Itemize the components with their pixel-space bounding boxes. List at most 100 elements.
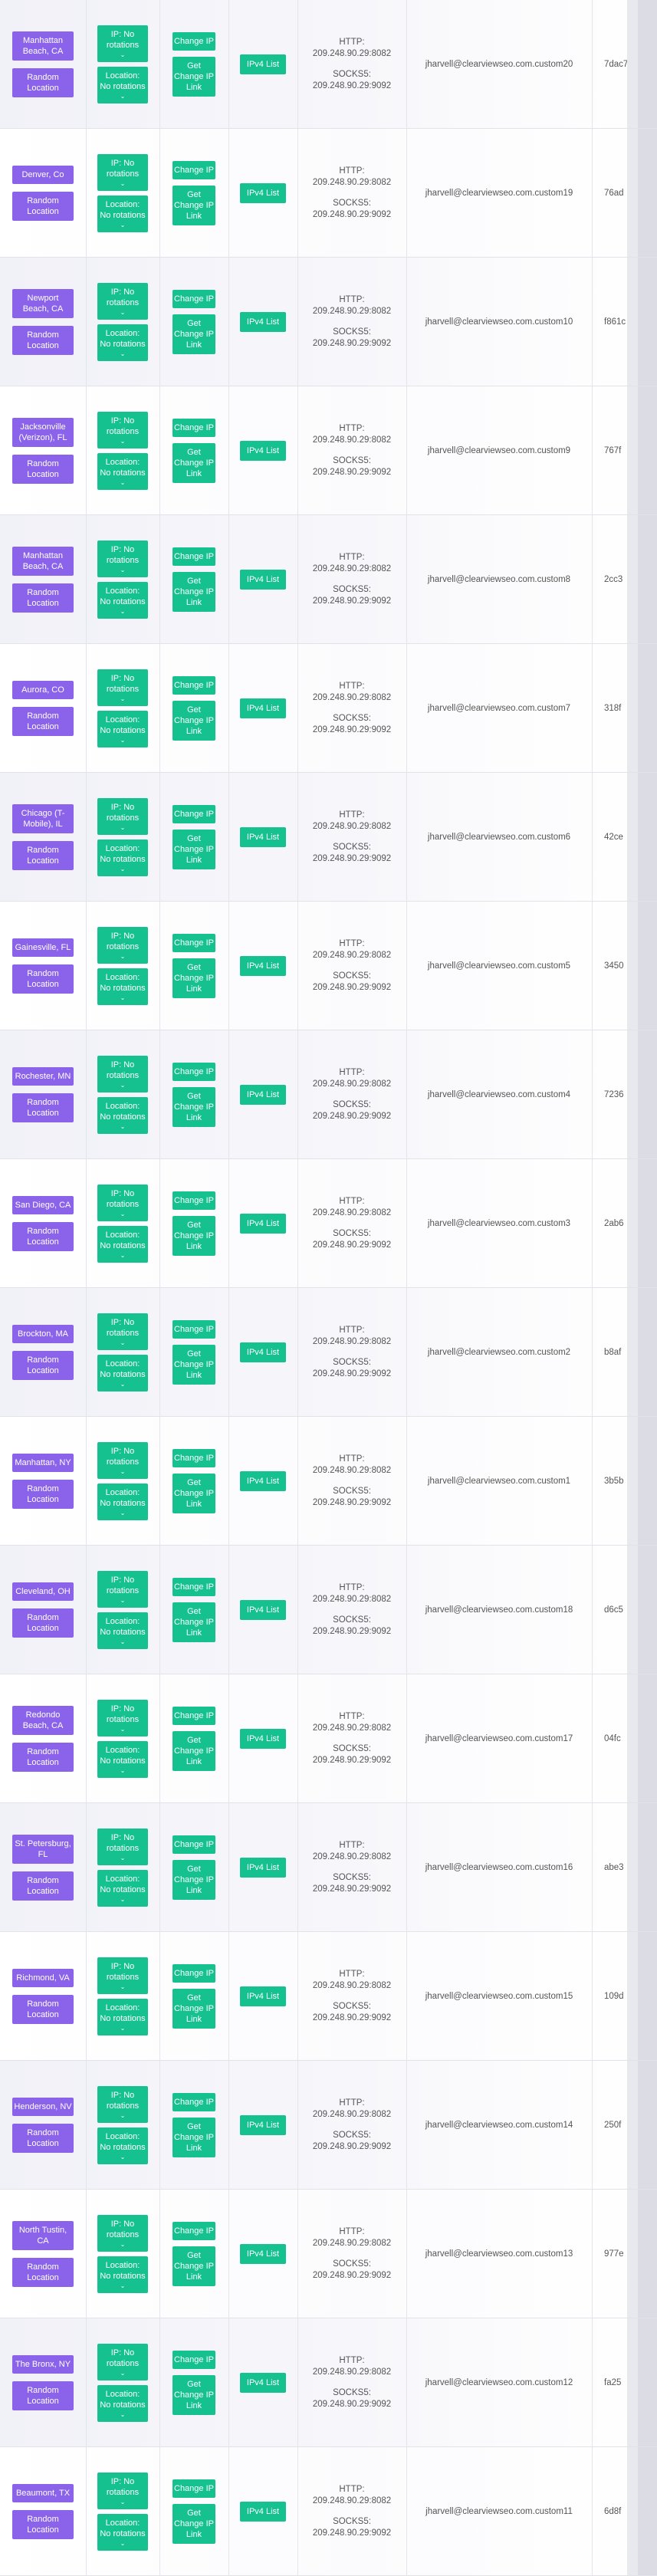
get-change-ip-link-button[interactable]: Get Change IP Link bbox=[172, 571, 215, 612]
location-rotation-dropdown[interactable]: Location: No rotations ⌄ bbox=[97, 2513, 148, 2551]
ip-rotation-dropdown[interactable]: IP: No rotations ⌄ bbox=[97, 153, 148, 191]
location-rotation-dropdown[interactable]: Location: No rotations ⌄ bbox=[97, 1225, 148, 1263]
ip-rotation-dropdown[interactable]: IP: No rotations ⌄ bbox=[97, 411, 148, 449]
get-change-ip-link-button[interactable]: Get Change IP Link bbox=[172, 1859, 215, 1900]
ipv4-list-button[interactable]: IPv4 List bbox=[240, 1342, 286, 1362]
location-badge[interactable]: Rochester, MN bbox=[12, 1066, 74, 1086]
location-badge[interactable]: Brockton, MA bbox=[12, 1324, 74, 1343]
get-change-ip-link-button[interactable]: Get Change IP Link bbox=[172, 1473, 215, 1513]
get-change-ip-link-button[interactable]: Get Change IP Link bbox=[172, 2246, 215, 2286]
location-badge[interactable]: Redondo Beach, CA bbox=[12, 1705, 74, 1735]
random-location-button[interactable]: Random Location bbox=[12, 1350, 74, 1380]
ip-rotation-dropdown[interactable]: IP: No rotations ⌄ bbox=[97, 1957, 148, 1994]
location-rotation-dropdown[interactable]: Location: No rotations ⌄ bbox=[97, 2127, 148, 2164]
get-change-ip-link-button[interactable]: Get Change IP Link bbox=[172, 314, 215, 354]
random-location-button[interactable]: Random Location bbox=[12, 67, 74, 97]
ipv4-list-button[interactable]: IPv4 List bbox=[240, 2243, 286, 2264]
random-location-button[interactable]: Random Location bbox=[12, 964, 74, 994]
ipv4-list-button[interactable]: IPv4 List bbox=[240, 1857, 286, 1878]
ipv4-list-button[interactable]: IPv4 List bbox=[240, 54, 286, 74]
ip-rotation-dropdown[interactable]: IP: No rotations ⌄ bbox=[97, 540, 148, 577]
ipv4-list-button[interactable]: IPv4 List bbox=[240, 1470, 286, 1491]
random-location-button[interactable]: Random Location bbox=[12, 1742, 74, 1772]
random-location-button[interactable]: Random Location bbox=[12, 191, 74, 221]
get-change-ip-link-button[interactable]: Get Change IP Link bbox=[172, 442, 215, 483]
ipv4-list-button[interactable]: IPv4 List bbox=[240, 2114, 286, 2135]
change-ip-button[interactable]: Change IP bbox=[172, 1577, 215, 1596]
location-badge[interactable]: The Bronx, NY bbox=[12, 2354, 74, 2374]
location-rotation-dropdown[interactable]: Location: No rotations ⌄ bbox=[97, 581, 148, 619]
ip-rotation-dropdown[interactable]: IP: No rotations ⌄ bbox=[97, 1055, 148, 1092]
ip-rotation-dropdown[interactable]: IP: No rotations ⌄ bbox=[97, 25, 148, 62]
change-ip-button[interactable]: Change IP bbox=[172, 160, 215, 179]
location-badge[interactable]: Jacksonville (Verizon), FL bbox=[12, 417, 74, 447]
location-badge[interactable]: Newport Beach, CA bbox=[12, 288, 74, 318]
get-change-ip-link-button[interactable]: Get Change IP Link bbox=[172, 1086, 215, 1127]
ip-rotation-dropdown[interactable]: IP: No rotations ⌄ bbox=[97, 2472, 148, 2509]
location-rotation-dropdown[interactable]: Location: No rotations ⌄ bbox=[97, 66, 148, 104]
location-rotation-dropdown[interactable]: Location: No rotations ⌄ bbox=[97, 2384, 148, 2422]
location-rotation-dropdown[interactable]: Location: No rotations ⌄ bbox=[97, 1483, 148, 1520]
random-location-button[interactable]: Random Location bbox=[12, 1871, 74, 1901]
location-rotation-dropdown[interactable]: Location: No rotations ⌄ bbox=[97, 324, 148, 361]
change-ip-button[interactable]: Change IP bbox=[172, 675, 215, 695]
change-ip-button[interactable]: Change IP bbox=[172, 2479, 215, 2498]
location-badge[interactable]: St. Petersburg, FL bbox=[12, 1834, 74, 1864]
change-ip-button[interactable]: Change IP bbox=[172, 1963, 215, 1983]
location-rotation-dropdown[interactable]: Location: No rotations ⌄ bbox=[97, 2256, 148, 2293]
location-badge[interactable]: Richmond, VA bbox=[12, 1968, 74, 1987]
ip-rotation-dropdown[interactable]: IP: No rotations ⌄ bbox=[97, 2085, 148, 2123]
location-rotation-dropdown[interactable]: Location: No rotations ⌄ bbox=[97, 195, 148, 232]
random-location-button[interactable]: Random Location bbox=[12, 1994, 74, 2024]
location-badge[interactable]: Gainesville, FL bbox=[12, 938, 74, 957]
random-location-button[interactable]: Random Location bbox=[12, 2380, 74, 2410]
change-ip-button[interactable]: Change IP bbox=[172, 1062, 215, 1081]
change-ip-button[interactable]: Change IP bbox=[172, 2221, 215, 2240]
change-ip-button[interactable]: Change IP bbox=[172, 289, 215, 308]
change-ip-button[interactable]: Change IP bbox=[172, 1835, 215, 1854]
change-ip-button[interactable]: Change IP bbox=[172, 1448, 215, 1467]
location-badge[interactable]: Denver, Co bbox=[12, 165, 74, 184]
ipv4-list-button[interactable]: IPv4 List bbox=[240, 1986, 286, 2006]
random-location-button[interactable]: Random Location bbox=[12, 1092, 74, 1122]
ip-rotation-dropdown[interactable]: IP: No rotations ⌄ bbox=[97, 2343, 148, 2380]
location-badge[interactable]: North Tustin, CA bbox=[12, 2220, 74, 2250]
get-change-ip-link-button[interactable]: Get Change IP Link bbox=[172, 829, 215, 869]
ipv4-list-button[interactable]: IPv4 List bbox=[240, 955, 286, 976]
location-rotation-dropdown[interactable]: Location: No rotations ⌄ bbox=[97, 452, 148, 490]
random-location-button[interactable]: Random Location bbox=[12, 583, 74, 613]
ip-rotation-dropdown[interactable]: IP: No rotations ⌄ bbox=[97, 1441, 148, 1479]
get-change-ip-link-button[interactable]: Get Change IP Link bbox=[172, 1344, 215, 1385]
location-rotation-dropdown[interactable]: Location: No rotations ⌄ bbox=[97, 1096, 148, 1134]
location-badge[interactable]: Chicago (T-Mobile), IL bbox=[12, 803, 74, 833]
change-ip-button[interactable]: Change IP bbox=[172, 1191, 215, 1210]
location-badge[interactable]: Manhattan Beach, CA bbox=[12, 546, 74, 576]
random-location-button[interactable]: Random Location bbox=[12, 1479, 74, 1509]
ipv4-list-button[interactable]: IPv4 List bbox=[240, 1084, 286, 1105]
random-location-button[interactable]: Random Location bbox=[12, 706, 74, 736]
ipv4-list-button[interactable]: IPv4 List bbox=[240, 1599, 286, 1620]
ipv4-list-button[interactable]: IPv4 List bbox=[240, 2501, 286, 2522]
ip-rotation-dropdown[interactable]: IP: No rotations ⌄ bbox=[97, 1313, 148, 1350]
ip-rotation-dropdown[interactable]: IP: No rotations ⌄ bbox=[97, 282, 148, 320]
get-change-ip-link-button[interactable]: Get Change IP Link bbox=[172, 1730, 215, 1771]
ip-rotation-dropdown[interactable]: IP: No rotations ⌄ bbox=[97, 1699, 148, 1737]
ip-rotation-dropdown[interactable]: IP: No rotations ⌄ bbox=[97, 669, 148, 706]
ip-rotation-dropdown[interactable]: IP: No rotations ⌄ bbox=[97, 1570, 148, 1608]
change-ip-button[interactable]: Change IP bbox=[172, 1319, 215, 1339]
get-change-ip-link-button[interactable]: Get Change IP Link bbox=[172, 1988, 215, 2029]
ip-rotation-dropdown[interactable]: IP: No rotations ⌄ bbox=[97, 1184, 148, 1221]
ipv4-list-button[interactable]: IPv4 List bbox=[240, 826, 286, 847]
location-rotation-dropdown[interactable]: Location: No rotations ⌄ bbox=[97, 1740, 148, 1778]
ipv4-list-button[interactable]: IPv4 List bbox=[240, 569, 286, 590]
get-change-ip-link-button[interactable]: Get Change IP Link bbox=[172, 2503, 215, 2544]
get-change-ip-link-button[interactable]: Get Change IP Link bbox=[172, 56, 215, 97]
ipv4-list-button[interactable]: IPv4 List bbox=[240, 1728, 286, 1749]
location-badge[interactable]: Manhattan Beach, CA bbox=[12, 31, 74, 61]
random-location-button[interactable]: Random Location bbox=[12, 325, 74, 355]
random-location-button[interactable]: Random Location bbox=[12, 1608, 74, 1638]
ipv4-list-button[interactable]: IPv4 List bbox=[240, 1213, 286, 1234]
ipv4-list-button[interactable]: IPv4 List bbox=[240, 698, 286, 718]
location-badge[interactable]: Henderson, NV bbox=[12, 2097, 74, 2116]
get-change-ip-link-button[interactable]: Get Change IP Link bbox=[172, 958, 215, 998]
